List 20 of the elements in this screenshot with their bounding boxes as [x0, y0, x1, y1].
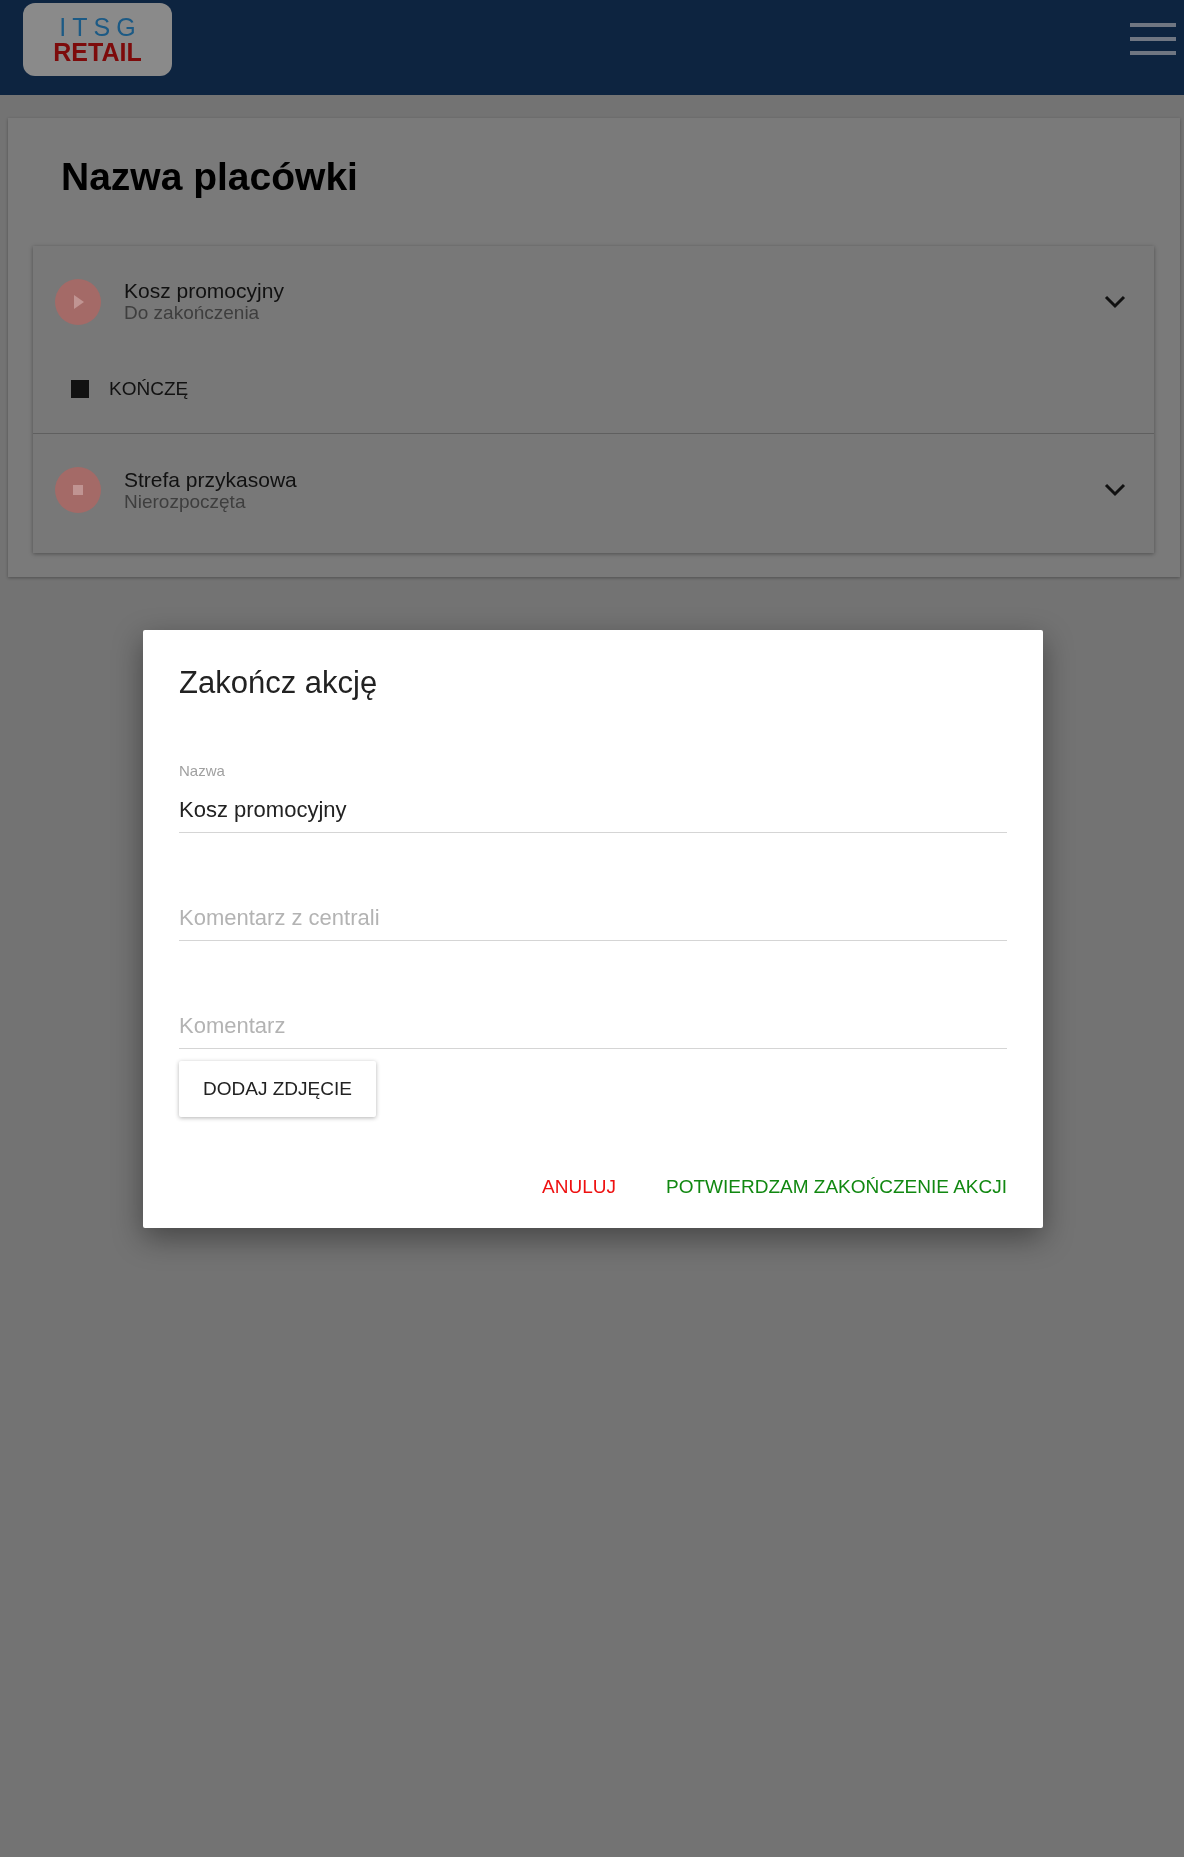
dialog-title: Zakończ akcję: [179, 664, 379, 702]
action-name: Strefa przykasowa: [124, 467, 297, 492]
chevron-down-icon[interactable]: [1104, 294, 1126, 309]
chevron-down-icon[interactable]: [1104, 483, 1126, 498]
input-field[interactable]: Komentarz z centrali: [179, 896, 1007, 941]
field-label: Nazwa: [179, 761, 225, 782]
confirm-button[interactable]: POTWIERDZAM ZAKOŃCZENIE AKCJI: [666, 1167, 1007, 1208]
logo-text: ITSG: [58, 14, 142, 40]
action-name: Kosz promocyjny: [124, 279, 284, 304]
action-status: Do zakończenia: [124, 303, 261, 325]
logo-text: RETAIL: [53, 39, 142, 65]
input-field[interactable]: Kosz promocyjny: [179, 788, 1007, 833]
cancel-button[interactable]: ANULUJ: [542, 1167, 616, 1208]
page-title: Nazwa placówki: [61, 154, 359, 200]
menu-icon[interactable]: [1130, 23, 1176, 55]
input-field[interactable]: Komentarz: [179, 1004, 1007, 1049]
finish-button[interactable]: KOŃCZĘ: [33, 344, 189, 434]
action-status: Nierozpoczęta: [124, 491, 246, 513]
stop-icon: [71, 380, 89, 399]
add-photo-button[interactable]: DODAJ ZDJĘCIE: [179, 1060, 376, 1118]
